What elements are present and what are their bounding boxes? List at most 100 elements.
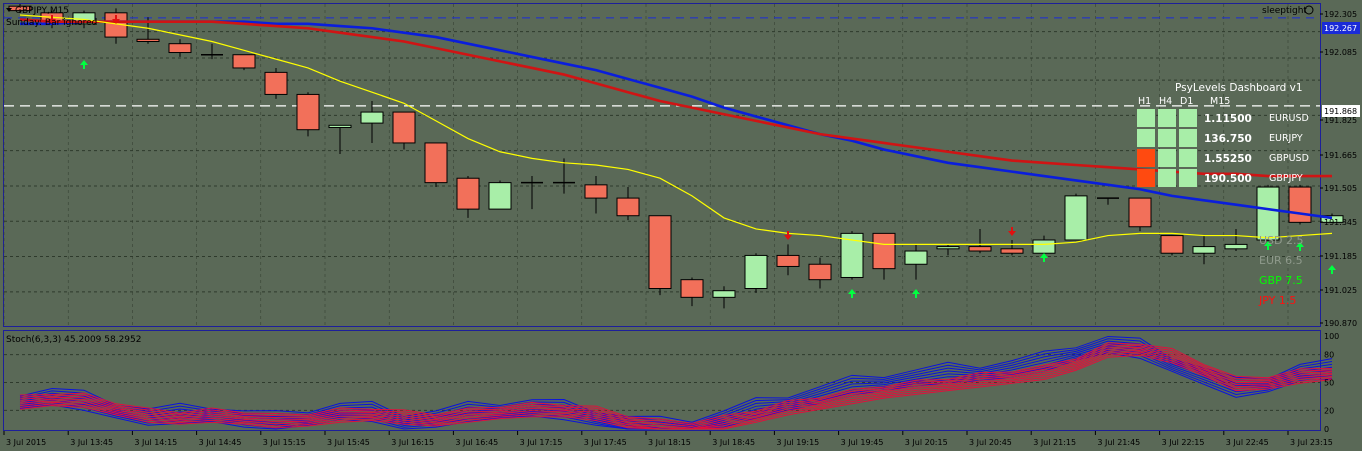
dashboard-price: 136.750: [1204, 133, 1252, 145]
dashboard-cell: [1158, 129, 1176, 147]
candle[interactable]: [808, 257, 832, 289]
time-label: 3 Jul 17:15: [520, 438, 563, 447]
candle[interactable]: [680, 277, 704, 307]
time-axis[interactable]: 3 Jul 2015 3 Jul 13:45 3 Jul 14:15 3 Jul 14…: [3, 431, 1333, 447]
chart-title: GBPJPY,M15: [15, 6, 69, 16]
candle[interactable]: [488, 180, 512, 210]
candle[interactable]: [1064, 193, 1088, 241]
stoch-level-label: 50: [1324, 379, 1334, 388]
candle[interactable]: [744, 253, 768, 293]
blue-ma-line: [20, 20, 1333, 220]
price-label: 192.305: [1324, 10, 1357, 19]
dashboard-symbol: EURUSD: [1269, 113, 1309, 124]
stoch-signal-line: [19, 351, 1333, 430]
candle[interactable]: [201, 43, 223, 60]
price-label: 191.185: [1324, 252, 1357, 261]
time-label: 3 Jul 21:15: [1033, 438, 1076, 447]
candle[interactable]: [360, 101, 384, 143]
stoch-level-label: 0: [1324, 425, 1329, 434]
candle[interactable]: [456, 176, 480, 218]
candle[interactable]: [968, 228, 992, 254]
buy-arrow-icon: [1328, 265, 1336, 274]
candle[interactable]: [1032, 235, 1056, 256]
candle[interactable]: [1000, 239, 1024, 256]
time-label: 3 Jul 15:15: [263, 438, 306, 447]
buy-arrow-icon: [848, 289, 856, 298]
time-label: 3 Jul 17:45: [584, 438, 627, 447]
price-label: 191.505: [1324, 184, 1357, 193]
price-label: 191.665: [1324, 151, 1357, 160]
status-line: Sunday: Bar ignored: [6, 18, 97, 28]
dashboard-price: 1.11500: [1204, 113, 1252, 125]
candle[interactable]: [1097, 197, 1119, 205]
dashboard-price: 1.55250: [1204, 153, 1252, 165]
time-label: 3 Jul 2015: [6, 438, 46, 447]
candle[interactable]: [776, 244, 800, 276]
candle[interactable]: [328, 124, 352, 154]
candle[interactable]: [1160, 235, 1184, 256]
candle[interactable]: [872, 232, 896, 280]
dashboard-cell: [1179, 169, 1197, 187]
candle[interactable]: [104, 8, 128, 44]
time-label: 3 Jul 14:15: [134, 438, 177, 447]
candle[interactable]: [904, 244, 928, 280]
dashboard-cell: [1158, 169, 1176, 187]
dashboard-cell: [1179, 129, 1197, 147]
stoch-main-line: [19, 352, 1333, 430]
candle[interactable]: [521, 176, 543, 210]
price-axis[interactable]: 192.305 192.267 192.085 191.868191.825 191.6…: [1320, 10, 1360, 328]
candle[interactable]: [1192, 235, 1216, 265]
candle[interactable]: [712, 286, 736, 309]
psylevels-dashboard: PsyLevels Dashboard v1 H1 H4 D1 M15 1.11500 EU…: [1137, 82, 1309, 187]
dashboard-cell: [1158, 149, 1176, 167]
time-label: 3 Jul 18:45: [712, 438, 755, 447]
watermark-label: sleeptight: [1262, 6, 1307, 16]
candle[interactable]: [936, 244, 960, 256]
currency-strength: USD 2.5 EUR 6.5 GBP 7.5 JPY 1.5: [1258, 234, 1304, 307]
dashboard-cell: [1137, 149, 1155, 167]
stoch-signal-line: [19, 353, 1333, 430]
candle[interactable]: [296, 92, 320, 137]
time-label: 3 Jul 14:45: [199, 438, 242, 447]
time-label: 3 Jul 13:45: [70, 438, 113, 447]
price-label: 191.868: [1324, 107, 1357, 116]
currency-strength-label: JPY 1.5: [1258, 294, 1296, 307]
dashboard-cell: [1137, 169, 1155, 187]
time-label: 3 Jul 20:45: [969, 438, 1012, 447]
candle[interactable]: [168, 39, 192, 57]
time-label: 3 Jul 15:45: [327, 438, 370, 447]
candle[interactable]: [648, 215, 672, 296]
chart-canvas[interactable]: 192.305 192.267 192.085 191.868191.825 191.6…: [0, 0, 1362, 451]
dashboard-symbol: GBPUSD: [1269, 153, 1309, 164]
candle[interactable]: [392, 111, 416, 150]
dashboard-title: PsyLevels Dashboard v1: [1175, 82, 1303, 94]
candle[interactable]: [1288, 184, 1312, 225]
time-label: 3 Jul 23:15: [1290, 438, 1333, 447]
dashboard-cell: [1137, 129, 1155, 147]
dashboard-header: M15: [1210, 96, 1230, 107]
stochastic-lines: [4, 335, 1333, 430]
candle[interactable]: [232, 54, 256, 71]
dashboard-cell: [1158, 109, 1176, 127]
buy-arrow-icon: [80, 60, 88, 69]
candle[interactable]: [264, 67, 288, 99]
candle[interactable]: [1224, 228, 1248, 252]
time-label: 3 Jul 18:15: [648, 438, 691, 447]
candle[interactable]: [424, 142, 448, 188]
buy-arrow-icon: [912, 289, 920, 298]
currency-strength-label: GBP 7.5: [1259, 274, 1303, 287]
dashboard-header: D1: [1180, 96, 1193, 107]
candle[interactable]: [1128, 197, 1152, 232]
mt4-chart-window[interactable]: 192.305 192.267 192.085 191.868 191.825 191.6…: [0, 0, 1362, 451]
dashboard-cell: [1179, 149, 1197, 167]
dashboard-header: H1: [1138, 96, 1151, 107]
dashboard-header: H4: [1159, 96, 1172, 107]
candle[interactable]: [616, 187, 640, 221]
dashboard-symbol: GBPJPY: [1269, 173, 1303, 184]
price-label: 190.870: [1324, 319, 1357, 328]
dashboard-cell: [1179, 109, 1197, 127]
time-label: 3 Jul 19:45: [841, 438, 884, 447]
sell-arrow-icon: [784, 231, 792, 240]
dashboard-symbol: EURJPY: [1269, 133, 1303, 144]
candle[interactable]: [584, 176, 608, 214]
